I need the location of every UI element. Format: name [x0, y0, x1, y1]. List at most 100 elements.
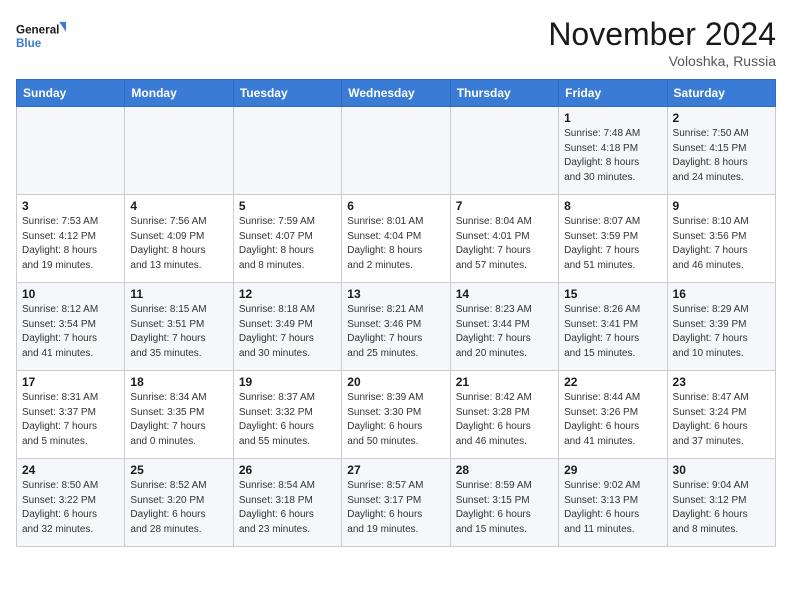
cell-week4-day3: 20 Sunrise: 8:39 AM Sunset: 3:30 PM Dayli…: [342, 371, 450, 459]
cell-week3-day5: 15 Sunrise: 8:26 AM Sunset: 3:41 PM Dayli…: [559, 283, 667, 371]
day-info: Sunrise: 8:18 AM Sunset: 3:49 PM Dayligh…: [239, 303, 336, 361]
day-info: Sunrise: 8:15 AM Sunset: 3:51 PM Dayligh…: [130, 303, 227, 361]
cell-week1-day1: [125, 107, 233, 195]
day-number: 14: [456, 287, 553, 301]
day-info: Sunrise: 8:59 AM Sunset: 3:15 PM Dayligh…: [456, 479, 553, 537]
calendar-body: 1 Sunrise: 7:48 AM Sunset: 4:18 PM Daylig…: [17, 107, 776, 547]
cell-week3-day2: 12Sunrise: 8:18 AM Sunset: 3:49 PM Dayli…: [233, 283, 341, 371]
day-number: 25: [130, 463, 227, 477]
cell-week4-day6: 23 Sunrise: 8:47 AM Sunset: 3:24 PM Dayli…: [667, 371, 775, 459]
day-info: Sunrise: 8:39 AM Sunset: 3:30 PM Dayligh…: [347, 391, 444, 449]
day-info: Sunrise: 8:29 AM Sunset: 3:39 PM Dayligh…: [673, 303, 770, 361]
cell-week5-day5: 29 Sunrise: 9:02 AM Sunset: 3:13 PM Dayli…: [559, 459, 667, 547]
day-info: Sunrise: 8:50 AM Sunset: 3:22 PM Dayligh…: [22, 479, 119, 537]
day-number: 30: [673, 463, 770, 477]
day-info: Sunrise: 7:48 AM Sunset: 4:18 PM Dayligh…: [564, 127, 661, 185]
day-number: 29: [564, 463, 661, 477]
day-number: 2: [673, 111, 770, 125]
day-number: 16: [673, 287, 770, 301]
week-row-2: 3 Sunrise: 7:53 AM Sunset: 4:12 PM Daylig…: [17, 195, 776, 283]
cell-week5-day6: 30 Sunrise: 9:04 AM Sunset: 3:12 PM Dayli…: [667, 459, 775, 547]
day-info: Sunrise: 8:44 AM Sunset: 3:26 PM Dayligh…: [564, 391, 661, 449]
header-thursday: Thursday: [450, 80, 558, 107]
day-info: Sunrise: 8:31 AM Sunset: 3:37 PM Dayligh…: [22, 391, 119, 449]
cell-week4-day1: 18 Sunrise: 8:34 AM Sunset: 3:35 PM Dayli…: [125, 371, 233, 459]
day-info: Sunrise: 7:56 AM Sunset: 4:09 PM Dayligh…: [130, 215, 227, 273]
day-info: Sunrise: 8:26 AM Sunset: 3:41 PM Dayligh…: [564, 303, 661, 361]
cell-week2-day6: 9 Sunrise: 8:10 AM Sunset: 3:56 PM Daylig…: [667, 195, 775, 283]
day-number: 8: [564, 199, 661, 213]
day-number: 15: [564, 287, 661, 301]
day-info: Sunrise: 9:04 AM Sunset: 3:12 PM Dayligh…: [673, 479, 770, 537]
day-info: Sunrise: 7:53 AM Sunset: 4:12 PM Dayligh…: [22, 215, 119, 273]
week-row-5: 24 Sunrise: 8:50 AM Sunset: 3:22 PM Dayli…: [17, 459, 776, 547]
svg-text:General: General: [16, 24, 59, 37]
day-info: Sunrise: 8:54 AM Sunset: 3:18 PM Dayligh…: [239, 479, 336, 537]
day-number: 18: [130, 375, 227, 389]
cell-week2-day4: 7 Sunrise: 8:04 AM Sunset: 4:01 PM Daylig…: [450, 195, 558, 283]
day-info: Sunrise: 8:52 AM Sunset: 3:20 PM Dayligh…: [130, 479, 227, 537]
day-number: 23: [673, 375, 770, 389]
cell-week1-day0: [17, 107, 125, 195]
cell-week4-day0: 17 Sunrise: 8:31 AM Sunset: 3:37 PM Dayli…: [17, 371, 125, 459]
day-info: Sunrise: 8:07 AM Sunset: 3:59 PM Dayligh…: [564, 215, 661, 273]
location: Voloshka, Russia: [548, 53, 776, 69]
day-number: 9: [673, 199, 770, 213]
cell-week4-day5: 22 Sunrise: 8:44 AM Sunset: 3:26 PM Dayli…: [559, 371, 667, 459]
day-info: Sunrise: 8:21 AM Sunset: 3:46 PM Dayligh…: [347, 303, 444, 361]
logo: General Blue: [16, 16, 66, 56]
svg-text:Blue: Blue: [16, 37, 42, 50]
calendar-table: SundayMondayTuesdayWednesdayThursdayFrid…: [16, 79, 776, 547]
day-number: 21: [456, 375, 553, 389]
day-number: 27: [347, 463, 444, 477]
day-number: 5: [239, 199, 336, 213]
day-number: 13: [347, 287, 444, 301]
header-tuesday: Tuesday: [233, 80, 341, 107]
day-info: Sunrise: 8:04 AM Sunset: 4:01 PM Dayligh…: [456, 215, 553, 273]
cell-week3-day0: 10Sunrise: 8:12 AM Sunset: 3:54 PM Dayli…: [17, 283, 125, 371]
cell-week1-day3: [342, 107, 450, 195]
day-number: 6: [347, 199, 444, 213]
day-number: 24: [22, 463, 119, 477]
day-number: 11: [130, 287, 227, 301]
day-number: 1: [564, 111, 661, 125]
day-number: 19: [239, 375, 336, 389]
day-info: Sunrise: 8:10 AM Sunset: 3:56 PM Dayligh…: [673, 215, 770, 273]
day-number: 3: [22, 199, 119, 213]
cell-week2-day0: 3 Sunrise: 7:53 AM Sunset: 4:12 PM Daylig…: [17, 195, 125, 283]
cell-week3-day1: 11 Sunrise: 8:15 AM Sunset: 3:51 PM Dayli…: [125, 283, 233, 371]
header-monday: Monday: [125, 80, 233, 107]
day-number: 7: [456, 199, 553, 213]
day-info: Sunrise: 8:57 AM Sunset: 3:17 PM Dayligh…: [347, 479, 444, 537]
calendar-header: SundayMondayTuesdayWednesdayThursdayFrid…: [17, 80, 776, 107]
cell-week4-day4: 21 Sunrise: 8:42 AM Sunset: 3:28 PM Dayli…: [450, 371, 558, 459]
cell-week5-day3: 27 Sunrise: 8:57 AM Sunset: 3:17 PM Dayli…: [342, 459, 450, 547]
logo-svg: General Blue: [16, 16, 66, 56]
day-number: 22: [564, 375, 661, 389]
header-row: SundayMondayTuesdayWednesdayThursdayFrid…: [17, 80, 776, 107]
day-info: Sunrise: 9:02 AM Sunset: 3:13 PM Dayligh…: [564, 479, 661, 537]
cell-week5-day0: 24 Sunrise: 8:50 AM Sunset: 3:22 PM Dayli…: [17, 459, 125, 547]
day-number: 28: [456, 463, 553, 477]
cell-week1-day5: 1 Sunrise: 7:48 AM Sunset: 4:18 PM Daylig…: [559, 107, 667, 195]
week-row-1: 1 Sunrise: 7:48 AM Sunset: 4:18 PM Daylig…: [17, 107, 776, 195]
cell-week1-day6: 2 Sunrise: 7:50 AM Sunset: 4:15 PM Daylig…: [667, 107, 775, 195]
cell-week5-day2: 26Sunrise: 8:54 AM Sunset: 3:18 PM Dayli…: [233, 459, 341, 547]
day-info: Sunrise: 8:12 AM Sunset: 3:54 PM Dayligh…: [22, 303, 119, 361]
day-info: Sunrise: 8:01 AM Sunset: 4:04 PM Dayligh…: [347, 215, 444, 273]
day-info: Sunrise: 8:42 AM Sunset: 3:28 PM Dayligh…: [456, 391, 553, 449]
cell-week3-day4: 14Sunrise: 8:23 AM Sunset: 3:44 PM Dayli…: [450, 283, 558, 371]
month-title: November 2024: [548, 16, 776, 53]
cell-week2-day1: 4Sunrise: 7:56 AM Sunset: 4:09 PM Daylig…: [125, 195, 233, 283]
day-info: Sunrise: 8:34 AM Sunset: 3:35 PM Dayligh…: [130, 391, 227, 449]
day-info: Sunrise: 8:47 AM Sunset: 3:24 PM Dayligh…: [673, 391, 770, 449]
day-number: 20: [347, 375, 444, 389]
cell-week5-day1: 25 Sunrise: 8:52 AM Sunset: 3:20 PM Dayli…: [125, 459, 233, 547]
header: General Blue November 2024 Voloshka, Rus…: [16, 16, 776, 69]
title-area: November 2024 Voloshka, Russia: [548, 16, 776, 69]
week-row-4: 17 Sunrise: 8:31 AM Sunset: 3:37 PM Dayli…: [17, 371, 776, 459]
cell-week3-day3: 13 Sunrise: 8:21 AM Sunset: 3:46 PM Dayli…: [342, 283, 450, 371]
cell-week3-day6: 16 Sunrise: 8:29 AM Sunset: 3:39 PM Dayli…: [667, 283, 775, 371]
day-number: 17: [22, 375, 119, 389]
day-info: Sunrise: 7:50 AM Sunset: 4:15 PM Dayligh…: [673, 127, 770, 185]
